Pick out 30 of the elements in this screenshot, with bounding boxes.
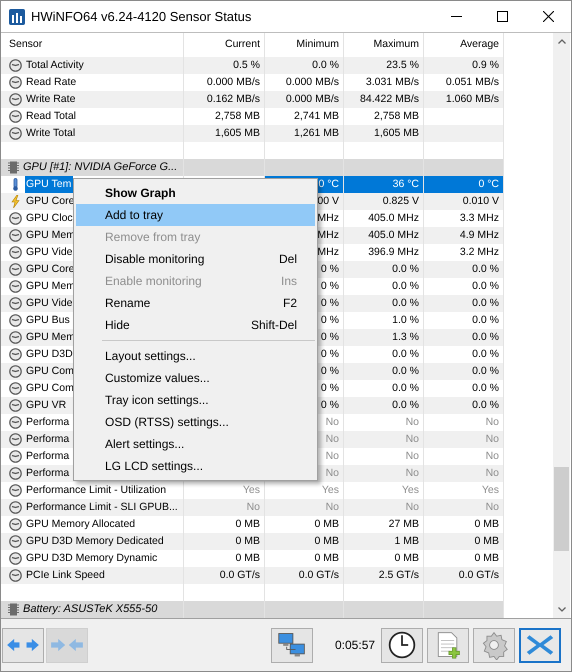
sensor-name: Read Rate: [25, 74, 78, 90]
value-cell: 0 °C: [424, 176, 504, 193]
sensor-name: Performa: [25, 466, 70, 481]
value-cell: 36 °C: [344, 176, 424, 193]
sensor-name: Performa: [25, 448, 70, 464]
sensor-name: GPU D3D Memory Dedicated: [25, 534, 165, 549]
sensor-name: GPU D3D Memory Dynamic: [25, 550, 158, 566]
sensor-name: GPU Com: [25, 380, 75, 396]
sensor-name: GPU Vide: [25, 244, 74, 260]
elapsed-time: 0:05:57: [335, 637, 376, 654]
sensor-name: GPU Vide: [25, 296, 74, 311]
sensor-name: Total Activity: [25, 58, 85, 73]
window-title: HWiNFO64 v6.24-4120 Sensor Status: [31, 8, 252, 26]
sensor-name: Write Rate: [25, 92, 76, 107]
sensor-name: GPU Tem: [25, 176, 74, 193]
sensor-name: GPU Com: [25, 364, 75, 379]
sensor-name: Performa: [25, 432, 70, 447]
sensor-name: GPU Bus: [25, 312, 71, 328]
group-header-label: Battery: ASUSTeK X555-50: [23, 602, 158, 618]
sensor-name: PCIe Link Speed: [25, 568, 106, 583]
sensor-name: GPU D3D: [25, 346, 74, 362]
sensor-name: GPU Memory Allocated: [25, 516, 136, 532]
sensor-name: Performance Limit - Utilization: [25, 482, 168, 498]
sensor-name: Performa: [25, 414, 70, 430]
group-header-label: GPU [#1]: NVIDIA GeForce G...: [23, 160, 178, 176]
sensor-name: Read Total: [25, 108, 78, 124]
sensor-name: Write Total: [25, 126, 76, 141]
sensor-name: GPU VR: [25, 398, 68, 413]
sensor-name: GPU Cloc: [25, 210, 74, 226]
sensor-name: Performance Limit - SLI GPUB...: [25, 500, 179, 515]
